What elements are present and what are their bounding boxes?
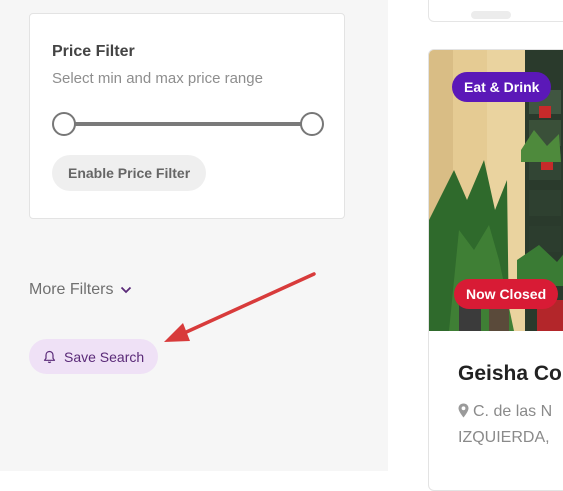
save-search-button[interactable]: Save Search [29,339,159,374]
listing-address: C. de las N IZQUIERDA, [458,399,563,451]
more-filters-label: More Filters [29,281,114,298]
price-range-track[interactable] [64,122,312,126]
price-min-handle[interactable] [52,112,76,136]
category-badge[interactable]: Eat & Drink [452,72,552,102]
map-pin-icon [458,403,469,418]
chevron-down-icon [121,286,132,294]
address-line-2: IZQUIERDA, [458,429,550,446]
listing-title[interactable]: Geisha Co [458,362,562,386]
price-max-handle[interactable] [300,112,324,136]
save-search-label: Save Search [64,348,145,365]
bell-icon [43,350,56,363]
listing-card-footer-pill [471,11,511,19]
enable-price-filter-button[interactable]: Enable Price Filter [52,155,207,191]
listing-photo[interactable]: Eat & Drink Now Closed [429,50,563,331]
listing-card[interactable]: Eat & Drink Now Closed Geisha Co C. de l… [428,49,563,491]
filter-sidebar: Price Filter Select min and max price ra… [0,0,388,471]
address-line-1: C. de las N [473,403,553,420]
price-filter-panel: Price Filter Select min and max price ra… [29,13,345,219]
more-filters-toggle[interactable]: More Filters [29,281,132,299]
status-badge: Now Closed [454,279,559,309]
price-filter-title: Price Filter [52,43,135,60]
price-filter-subtitle: Select min and max price range [52,70,263,87]
listing-card-previous[interactable] [428,0,563,22]
